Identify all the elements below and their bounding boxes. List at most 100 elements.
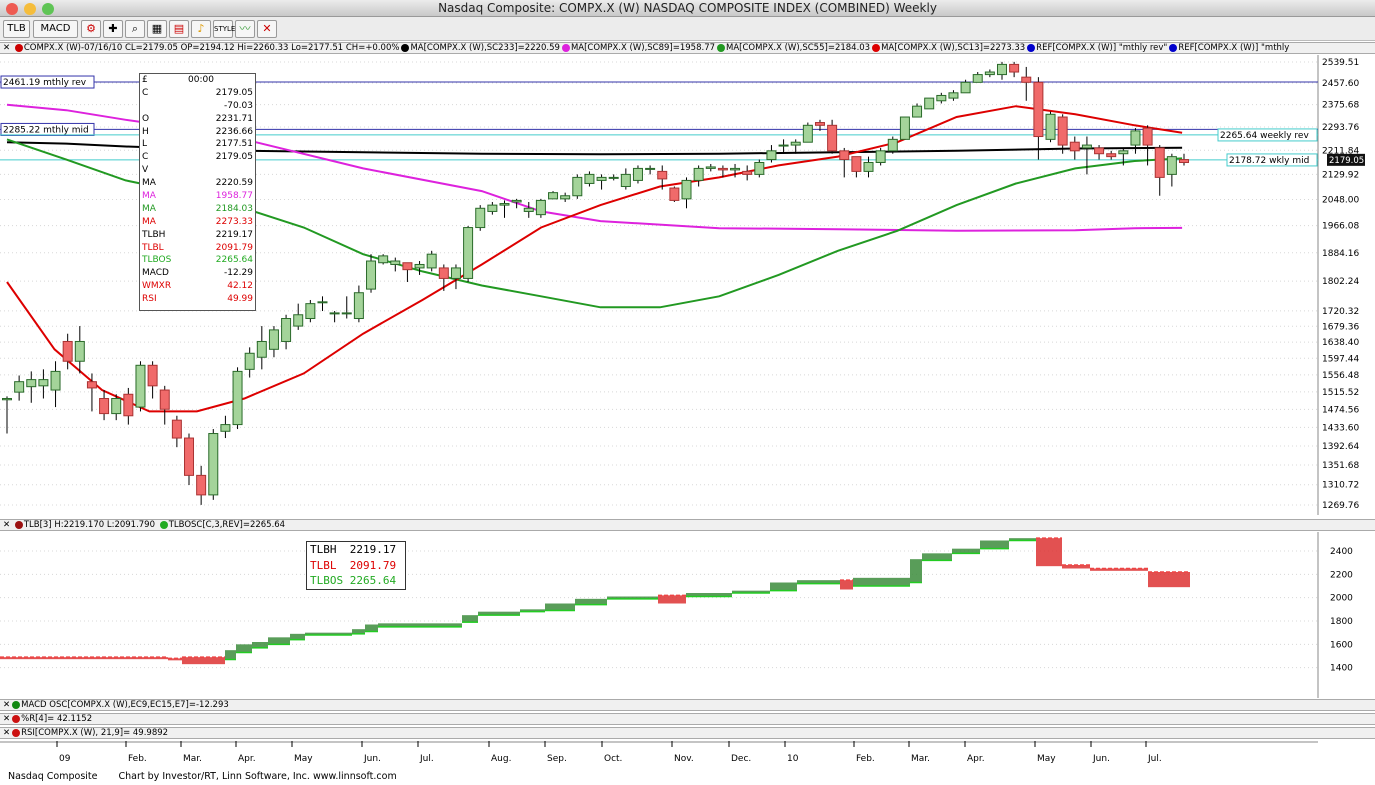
x-tick-label: Feb. bbox=[128, 754, 147, 764]
zoom-icon[interactable]: ⌕ bbox=[125, 20, 145, 38]
price-header-item: MA[COMPX.X (W),SC13]=2273.33 bbox=[881, 43, 1026, 53]
data-window-key: V bbox=[142, 165, 149, 176]
close-pane-icon[interactable]: ✕ bbox=[3, 728, 10, 738]
window-titlebar: Nasdaq Composite: COMPX.X (W) NASDAQ COM… bbox=[0, 0, 1375, 17]
candle-body bbox=[86, 381, 97, 389]
data-window-row: O 2231.71 bbox=[140, 113, 255, 126]
close-pane-icon[interactable]: ✕ bbox=[3, 43, 10, 53]
alert-icon[interactable]: ♪ bbox=[191, 20, 211, 38]
data-window-value: 2219.17 bbox=[215, 229, 253, 240]
data-window-row: MA 2220.59 bbox=[140, 177, 255, 190]
tlb-chart[interactable]: 2400 2200 2000 1800 1600 1400 bbox=[0, 532, 1375, 698]
data-window-key: MA bbox=[142, 203, 156, 214]
candle-body bbox=[390, 260, 401, 265]
candle-body bbox=[875, 150, 886, 163]
candle-body bbox=[960, 81, 971, 94]
candle-body bbox=[2, 397, 12, 401]
data-window-row: TLBH 2219.17 bbox=[140, 229, 255, 242]
data-window-row: RSI 49.99 bbox=[140, 293, 255, 306]
wr-color-dot bbox=[12, 714, 21, 723]
tlb-pane-header: ✕ TLB[3] H:2219.170 L:2091.790 TLBOSC[C,… bbox=[0, 519, 1375, 531]
last-price-label: 2179.05 bbox=[1329, 156, 1364, 166]
series-color-dot bbox=[1027, 43, 1036, 52]
rsi-pane-header[interactable]: ✕ RSI[COMPX.X (W), 21,9]= 49.9892 bbox=[0, 727, 1375, 739]
close-window-button[interactable] bbox=[6, 3, 18, 15]
candle-body bbox=[899, 116, 910, 140]
tlb-color-dot bbox=[14, 520, 23, 529]
reference-label: 2461.19 mthly rev bbox=[3, 78, 87, 88]
candle-body bbox=[681, 179, 692, 200]
chart-style-icon[interactable]: ▦ bbox=[147, 20, 167, 38]
macd-pane-label: MACD OSC[COMPX.X (W),EC9,EC15,E7]=-12.29… bbox=[21, 700, 229, 710]
close-pane-icon[interactable]: ✕ bbox=[3, 520, 10, 530]
indicators-icon[interactable]: 〰 bbox=[235, 20, 255, 38]
price-header-item: MA[COMPX.X (W),SC89]=1958.77 bbox=[570, 43, 716, 53]
candle-body bbox=[499, 203, 510, 206]
data-window-value: 2179.05 bbox=[215, 152, 253, 163]
data-window-key: TLBH bbox=[142, 229, 166, 240]
x-tick-label: Apr. bbox=[238, 754, 256, 764]
x-tick-label: Aug. bbox=[491, 754, 511, 764]
data-window-row: C 2179.05 bbox=[140, 87, 255, 100]
candle-body bbox=[1094, 147, 1105, 155]
tlb-block bbox=[922, 553, 952, 561]
style-icon[interactable]: STYLE bbox=[213, 20, 235, 38]
candle-body bbox=[450, 267, 461, 279]
candle-body bbox=[572, 176, 583, 197]
data-window-key: L bbox=[142, 139, 148, 150]
tlb-y-tick-label: 2400 bbox=[1330, 547, 1353, 557]
toolbar: TLB MACD ⚙ ✚ ⌕ ▦ ▤ ♪ STYLE 〰 ✕ bbox=[0, 17, 1375, 41]
price-pane-header: ✕ COMPX.X (W)-07/16/10 CL=2179.05 OP=219… bbox=[0, 42, 1375, 54]
y-tick-label: 2457.60 bbox=[1322, 79, 1359, 89]
candle-body bbox=[754, 161, 765, 175]
data-window-row: L 2177.51 bbox=[140, 138, 255, 151]
chart-type-icon[interactable]: ▤ bbox=[169, 20, 189, 38]
data-window-key: RSI bbox=[142, 294, 157, 305]
candle-body bbox=[912, 105, 923, 118]
tlb-block bbox=[770, 582, 797, 591]
macd-button[interactable]: MACD bbox=[33, 20, 78, 38]
macd-color-dot bbox=[12, 700, 21, 709]
candle-body bbox=[487, 204, 498, 212]
candle-body bbox=[232, 370, 243, 426]
candle-body bbox=[851, 156, 862, 172]
candle-body bbox=[135, 364, 146, 408]
close-pane-icon[interactable]: ✕ bbox=[3, 700, 10, 710]
candle-body bbox=[220, 424, 231, 432]
y-tick-label: 1392.64 bbox=[1322, 442, 1359, 452]
tlb-block bbox=[910, 559, 922, 583]
candle-body bbox=[632, 167, 643, 181]
crosshair-icon[interactable]: ✚ bbox=[103, 20, 123, 38]
settings-icon[interactable]: ⚙ bbox=[81, 20, 101, 38]
macd-pane-header[interactable]: ✕ MACD OSC[COMPX.X (W),EC9,EC15,E7]=-12.2… bbox=[0, 699, 1375, 711]
candle-body bbox=[1057, 116, 1068, 146]
data-window-value: 2231.71 bbox=[215, 113, 253, 124]
minimize-window-button[interactable] bbox=[24, 3, 36, 15]
tlb-block bbox=[236, 644, 252, 653]
candle-body bbox=[511, 199, 522, 203]
candle-body bbox=[317, 301, 328, 304]
x-tick-label: Apr. bbox=[967, 754, 985, 764]
tlb-button[interactable]: TLB bbox=[3, 20, 30, 38]
zoom-window-button[interactable] bbox=[42, 3, 54, 15]
data-window-value: 2220.59 bbox=[215, 178, 253, 189]
wr-pane-label: %R[4]= 42.1152 bbox=[21, 714, 93, 724]
reference-label: 2285.22 mthly mid bbox=[3, 125, 89, 135]
tlb-y-tick-label: 1600 bbox=[1330, 640, 1353, 650]
x-tick-label: Sep. bbox=[547, 754, 567, 764]
data-window-row: MA 2184.03 bbox=[140, 203, 255, 216]
y-tick-label: 1310.72 bbox=[1322, 481, 1359, 491]
wr-pane-header[interactable]: ✕ %R[4]= 42.1152 bbox=[0, 713, 1375, 725]
x-tick-label: May bbox=[1037, 754, 1056, 764]
candle-body bbox=[1142, 127, 1153, 146]
drawing-icon[interactable]: ✕ bbox=[257, 20, 277, 38]
candle-body bbox=[463, 227, 474, 279]
data-window-key: C bbox=[142, 87, 149, 98]
close-pane-icon[interactable]: ✕ bbox=[3, 714, 10, 724]
candle-body bbox=[839, 150, 850, 161]
tlb-block bbox=[182, 657, 225, 665]
series-color-dot bbox=[1169, 43, 1178, 52]
tlb-block bbox=[1148, 572, 1190, 588]
data-window-value: 2273.33 bbox=[215, 216, 253, 227]
candle-body bbox=[657, 170, 668, 180]
